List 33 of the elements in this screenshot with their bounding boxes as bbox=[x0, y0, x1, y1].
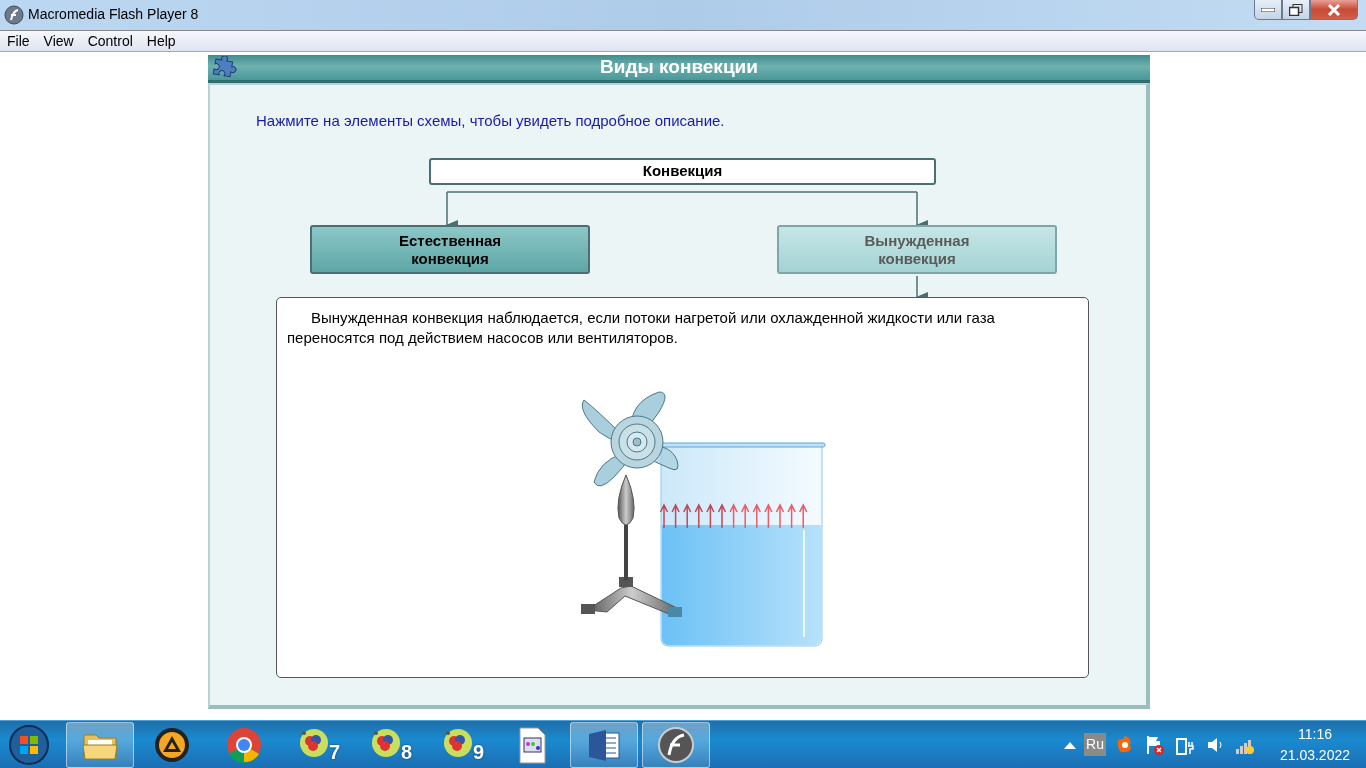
clock-date[interactable]: 21.03.2022 bbox=[1279, 744, 1350, 766]
flash-player-icon bbox=[4, 4, 24, 25]
description-text: Вынужденная конвекция наблюдается, если потоки нагретой или охлажденной жидкости или газа переносятся под действием насосов или вентиляторов. bbox=[287, 308, 996, 348]
close-button[interactable] bbox=[1310, 0, 1358, 20]
taskbar-button[interactable]: 9 bbox=[426, 721, 494, 768]
diagram-node[interactable]: Вынужденная конвекция bbox=[777, 225, 1057, 274]
restore-button[interactable] bbox=[1282, 0, 1310, 20]
menu-item[interactable]: File bbox=[0, 30, 37, 52]
menu-item[interactable]: Control bbox=[80, 30, 140, 52]
show-hidden-icons-button[interactable] bbox=[1064, 740, 1076, 749]
instruction-text: Нажмите на элементы схемы, чтобы увидеть подробное описание. bbox=[256, 111, 725, 131]
window-title: Macromedia Flash Player 8 bbox=[28, 5, 199, 24]
menu-item[interactable]: Help bbox=[139, 30, 183, 52]
menu-item[interactable]: View bbox=[36, 30, 81, 52]
taskbar-button[interactable]: 8 bbox=[354, 721, 422, 768]
taskbar-button[interactable] bbox=[570, 721, 638, 768]
icon-number: 8 bbox=[400, 739, 412, 765]
icon-number: 7 bbox=[328, 739, 340, 765]
language-indicator[interactable]: Ru bbox=[1084, 733, 1106, 756]
restore-icon bbox=[1289, 3, 1303, 16]
minimize-button[interactable] bbox=[1254, 0, 1282, 20]
start-button[interactable] bbox=[8, 723, 50, 766]
clock-time[interactable]: 11:16 bbox=[1297, 723, 1332, 745]
icon-number: 9 bbox=[472, 739, 484, 765]
diagram-node[interactable]: Естественная конвекция bbox=[310, 225, 590, 274]
taskbar-button[interactable] bbox=[642, 721, 710, 768]
minimize-icon bbox=[1261, 7, 1275, 12]
diagram-node[interactable]: Конвекция bbox=[429, 158, 936, 185]
taskbar-button[interactable]: 7 bbox=[282, 721, 350, 768]
panel-title: Виды конвекции bbox=[600, 55, 758, 80]
taskbar-button[interactable] bbox=[66, 721, 134, 768]
close-icon bbox=[1327, 3, 1341, 16]
flash-player-icon bbox=[656, 724, 696, 765]
